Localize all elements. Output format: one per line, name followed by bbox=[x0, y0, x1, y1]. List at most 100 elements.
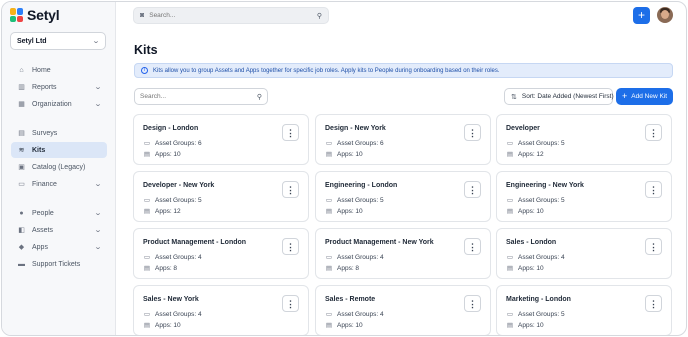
org-selector[interactable]: Setyl Ltd ⌄ bbox=[10, 32, 106, 50]
sidebar-item-finance[interactable]: ▭ Finance ⌄ bbox=[11, 176, 107, 192]
asset-groups-row: ▭ Asset Groups: 4 bbox=[325, 253, 384, 262]
kit-name: Sales - Remote bbox=[325, 296, 376, 303]
kit-card[interactable]: Developer - New York ▭ Asset Groups: 5 ▤ App… bbox=[133, 171, 309, 222]
info-banner: i Kits allow you to group Assets and App… bbox=[134, 63, 673, 78]
apps-row: ▤ Apps: 10 bbox=[506, 264, 544, 273]
kit-card[interactable]: Sales - London ▭ Asset Groups: 4 ▤ Apps: 10 ⋮ bbox=[496, 228, 672, 279]
asset-groups-row: ▭ Asset Groups: 5 bbox=[506, 310, 565, 319]
asset-groups-count: Asset Groups: 6 bbox=[337, 139, 384, 147]
kit-card[interactable]: Engineering - New York ▭ Asset Groups: 5 ▤ A… bbox=[496, 171, 672, 222]
sort-icon: ⇅ bbox=[511, 93, 517, 101]
layers-icon: ≋ bbox=[18, 147, 25, 154]
quick-add-button[interactable]: + bbox=[633, 7, 650, 24]
monitor-icon: ▭ bbox=[325, 311, 333, 318]
monitor-icon: ▭ bbox=[506, 197, 514, 204]
ticket-icon: ▬ bbox=[18, 260, 25, 268]
apps-row: ▤ Apps: 10 bbox=[325, 207, 363, 216]
building-icon: ▦ bbox=[18, 101, 25, 108]
kebab-menu-button[interactable]: ⋮ bbox=[645, 124, 662, 141]
logo-mark-icon bbox=[10, 8, 24, 22]
app-window-icon: ▤ bbox=[143, 265, 151, 272]
app-window: Setyl Setyl Ltd ⌄ ⌂ Home ▥ Reports ⌄ ▦ O… bbox=[1, 1, 687, 336]
kebab-menu-button[interactable]: ⋮ bbox=[282, 238, 299, 255]
kit-card[interactable]: Sales - New York ▭ Asset Groups: 4 ▤ Apps: 1… bbox=[133, 285, 309, 335]
brand-name: Setyl bbox=[27, 7, 60, 23]
sidebar-item-support-tickets[interactable]: ▬ Support Tickets bbox=[11, 256, 107, 272]
kebab-menu-button[interactable]: ⋮ bbox=[464, 124, 481, 141]
sidebar: Setyl Setyl Ltd ⌄ ⌂ Home ▥ Reports ⌄ ▦ O… bbox=[2, 2, 116, 335]
kit-card[interactable]: Engineering - London ▭ Asset Groups: 5 ▤ App… bbox=[315, 171, 491, 222]
app-window-icon: ▤ bbox=[143, 208, 151, 215]
kit-card[interactable]: Developer ▭ Asset Groups: 5 ▤ Apps: 12 ⋮ bbox=[496, 114, 672, 165]
sidebar-item-label: Reports bbox=[32, 83, 57, 91]
asset-groups-count: Asset Groups: 6 bbox=[155, 139, 202, 147]
apps-count: Apps: 8 bbox=[155, 264, 178, 272]
add-new-kit-button[interactable]: + Add New Kit bbox=[616, 88, 673, 105]
chevron-down-icon: ⌄ bbox=[93, 244, 103, 251]
sidebar-item-home[interactable]: ⌂ Home bbox=[11, 62, 107, 78]
asset-groups-row: ▭ Asset Groups: 4 bbox=[143, 310, 202, 319]
asset-groups-count: Asset Groups: 5 bbox=[518, 310, 565, 318]
sidebar-item-people[interactable]: ● People ⌄ bbox=[11, 205, 107, 221]
kebab-menu-button[interactable]: ⋮ bbox=[645, 238, 662, 255]
sidebar-item-apps[interactable]: ◆ Apps ⌄ bbox=[11, 239, 107, 255]
sidebar-item-surveys[interactable]: ▤ Surveys bbox=[11, 125, 107, 141]
app-window-icon: ▤ bbox=[143, 322, 151, 329]
kebab-menu-button[interactable]: ⋮ bbox=[464, 295, 481, 312]
apps-count: Apps: 10 bbox=[337, 150, 363, 158]
apps-row: ▤ Apps: 10 bbox=[325, 150, 363, 159]
sidebar-item-reports[interactable]: ▥ Reports ⌄ bbox=[11, 79, 107, 95]
brand-logo[interactable]: Setyl bbox=[10, 7, 60, 23]
camera-icon: ◙ bbox=[140, 12, 145, 19]
bar-chart-icon: ▥ bbox=[18, 84, 25, 91]
asset-groups-count: Asset Groups: 4 bbox=[337, 253, 384, 261]
kit-search-input[interactable] bbox=[140, 93, 257, 100]
sidebar-item-organization[interactable]: ▦ Organization ⌄ bbox=[11, 96, 107, 112]
finance-icon: ▭ bbox=[18, 181, 25, 188]
kebab-menu-button[interactable]: ⋮ bbox=[282, 181, 299, 198]
sidebar-item-label: Catalog (Legacy) bbox=[32, 163, 86, 171]
asset-groups-row: ▭ Asset Groups: 5 bbox=[325, 196, 384, 205]
asset-groups-row: ▭ Asset Groups: 4 bbox=[143, 253, 202, 262]
apps-count: Apps: 10 bbox=[337, 321, 363, 329]
sidebar-item-assets[interactable]: ◧ Assets ⌄ bbox=[11, 222, 107, 238]
page-title: Kits bbox=[134, 43, 158, 57]
kit-card[interactable]: Design - New York ▭ Asset Groups: 6 ▤ Apps: … bbox=[315, 114, 491, 165]
sidebar-item-kits[interactable]: ≋ Kits bbox=[11, 142, 107, 158]
global-search-input[interactable] bbox=[149, 12, 317, 19]
apps-row: ▤ Apps: 10 bbox=[506, 321, 544, 330]
kebab-menu-button[interactable]: ⋮ bbox=[645, 181, 662, 198]
asset-groups-count: Asset Groups: 4 bbox=[518, 253, 565, 261]
apps-row: ▤ Apps: 10 bbox=[506, 207, 544, 216]
avatar[interactable] bbox=[657, 7, 673, 23]
kit-card[interactable]: Product Management - New York ▭ Asset Grou… bbox=[315, 228, 491, 279]
search-icon[interactable]: ⚲ bbox=[317, 12, 322, 20]
kit-card[interactable]: Product Management - London ▭ Asset Groups… bbox=[133, 228, 309, 279]
kit-card[interactable]: Marketing - London ▭ Asset Groups: 5 ▤ Apps:… bbox=[496, 285, 672, 335]
kebab-menu-button[interactable]: ⋮ bbox=[464, 238, 481, 255]
monitor-icon: ▭ bbox=[325, 140, 333, 147]
kit-name: Design - London bbox=[143, 125, 199, 132]
kit-card[interactable]: Design - London ▭ Asset Groups: 6 ▤ Apps: 10… bbox=[133, 114, 309, 165]
global-search[interactable]: ◙ ⚲ bbox=[133, 7, 329, 24]
plus-icon: + bbox=[622, 91, 628, 101]
asset-groups-count: Asset Groups: 5 bbox=[155, 196, 202, 204]
home-icon: ⌂ bbox=[19, 66, 24, 74]
apps-row: ▤ Apps: 10 bbox=[143, 321, 181, 330]
sidebar-item-label: Apps bbox=[32, 243, 48, 251]
chevron-down-icon: ⌄ bbox=[93, 181, 103, 188]
kebab-menu-button[interactable]: ⋮ bbox=[282, 124, 299, 141]
kit-name: Engineering - London bbox=[325, 182, 398, 189]
sidebar-item-catalog-legacy[interactable]: ▣ Catalog (Legacy) bbox=[11, 159, 107, 175]
kit-card[interactable]: Sales - Remote ▭ Asset Groups: 4 ▤ Apps: 10 ⋮ bbox=[315, 285, 491, 335]
kebab-menu-button[interactable]: ⋮ bbox=[464, 181, 481, 198]
sidebar-item-label: Surveys bbox=[32, 129, 58, 137]
asset-groups-row: ▭ Asset Groups: 5 bbox=[506, 139, 565, 148]
sort-button[interactable]: ⇅ Sort: Date Added (Newest First) bbox=[504, 88, 614, 105]
kebab-menu-button[interactable]: ⋮ bbox=[282, 295, 299, 312]
kebab-menu-button[interactable]: ⋮ bbox=[645, 295, 662, 312]
info-text: Kits allow you to group Assets and Apps … bbox=[153, 67, 500, 74]
kit-search[interactable]: ⚲ bbox=[134, 88, 268, 105]
catalog-icon: ▣ bbox=[18, 164, 25, 171]
box-icon: ◧ bbox=[18, 227, 25, 234]
